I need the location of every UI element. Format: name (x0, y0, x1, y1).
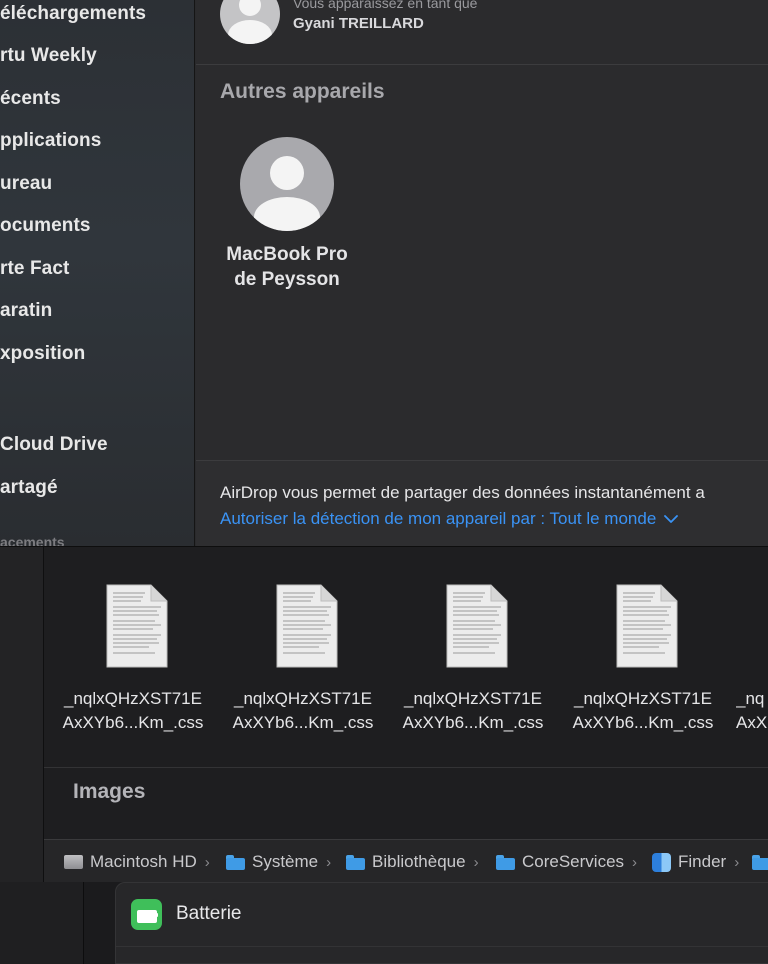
path-item-finder[interactable]: Finder › (652, 851, 739, 873)
images-group-header: Images (44, 767, 768, 839)
sidebar-item-shared[interactable]: artagé (0, 477, 58, 499)
person-icon (240, 137, 334, 231)
sidebar-item-carte-fact[interactable]: rte Fact (0, 258, 69, 280)
file-name: AxX (736, 713, 768, 732)
file-name: _nqlxQHzXST71E AxXYb6...Km_.css (402, 689, 544, 732)
folder-icon (496, 854, 515, 870)
sidebar-section-locations: acements (0, 534, 65, 546)
finder-sidebar: éléchargements rtu Weekly écents pplicat… (0, 0, 195, 546)
path-item-coreservices[interactable]: CoreServices › (496, 851, 637, 873)
file-name: _nqlxQHzXST71E AxXYb6...Km_.css (572, 689, 714, 732)
file-grid: _nqlxQHzXST71E AxXYb6...Km_.css _nqlxQHzX… (44, 547, 768, 839)
file-item[interactable]: _nq AxX (736, 687, 768, 735)
device-name: MacBook Pro de Peysson (226, 244, 348, 290)
document-icon (105, 583, 169, 669)
finder-window: _nqlxQHzXST71E AxXYb6...Km_.css _nqlxQHzX… (0, 546, 768, 883)
folder-icon (346, 854, 365, 870)
sidebar-item-baratin[interactable]: aratin (0, 300, 52, 322)
document-icon (275, 583, 339, 669)
divider (196, 64, 768, 65)
sidebar-item-documents[interactable]: ocuments (0, 215, 91, 237)
sidebar-item-exposition[interactable]: xposition (0, 343, 85, 365)
path-item-bibliotheque[interactable]: Bibliothèque › (346, 851, 479, 873)
sidebar-item-recents[interactable]: écents (0, 88, 61, 110)
battery-settings-row[interactable]: Batterie (116, 883, 768, 947)
document-icon (445, 583, 509, 669)
chevron-down-icon (664, 509, 679, 529)
airdrop-window: éléchargements rtu Weekly écents pplicat… (0, 0, 768, 546)
settings-window: Batterie (0, 882, 768, 964)
path-item-next[interactable] (752, 851, 768, 873)
path-item-systeme[interactable]: Système › (226, 851, 331, 873)
other-devices-title: Autres appareils (220, 80, 385, 103)
person-icon (220, 0, 280, 44)
user-name: Gyani TREILLARD (293, 15, 424, 32)
detection-setting-link[interactable]: Autoriser la détection de mon appareil p… (220, 509, 679, 529)
finder-icon (652, 852, 671, 872)
battery-icon (131, 899, 162, 930)
hard-drive-icon (64, 855, 83, 869)
path-item-macintosh-hd[interactable]: Macintosh HD › (64, 851, 210, 873)
group-title: Images (73, 780, 146, 803)
airdrop-info-text: AirDrop vous permet de partager des donn… (220, 483, 705, 502)
airdrop-panel: Vous apparaissez en tant que Gyani TREIL… (196, 0, 768, 546)
file-name: _nqlxQHzXST71E AxXYb6...Km_.css (62, 689, 204, 732)
visibility-caption: Vous apparaissez en tant que (293, 0, 478, 11)
settings-sidebar (0, 882, 84, 964)
document-icon (615, 583, 679, 669)
sidebar-item-virtu-weekly[interactable]: rtu Weekly (0, 45, 97, 67)
folder-icon (226, 854, 245, 870)
settings-card: Batterie (115, 882, 768, 964)
sidebar-item-icloud-drive[interactable]: Cloud Drive (0, 434, 108, 456)
path-bar: Macintosh HD › Système › Bibliothèque › Cor… (44, 839, 768, 883)
file-name: _nq (736, 689, 765, 708)
sidebar-item-downloads[interactable]: éléchargements (0, 3, 146, 25)
sidebar-item-applications[interactable]: pplications (0, 130, 101, 152)
folder-icon (752, 854, 768, 870)
battery-label: Batterie (176, 903, 242, 924)
airdrop-info-bar: AirDrop vous permet de partager des donn… (196, 460, 768, 546)
sidebar-item-desktop[interactable]: ureau (0, 173, 52, 195)
file-name: _nqlxQHzXST71E AxXYb6...Km_.css (232, 689, 374, 732)
finder-sidebar (0, 547, 44, 883)
